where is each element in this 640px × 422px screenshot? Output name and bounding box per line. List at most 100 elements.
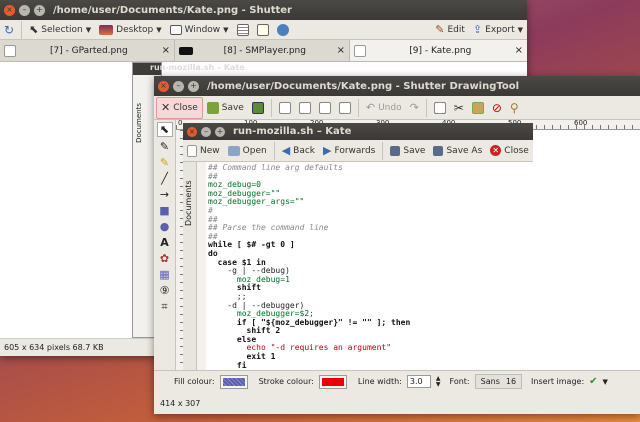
desktop-button[interactable]: Desktop ▼ [95,19,166,41]
close-icon[interactable]: × [158,80,169,92]
scissors-icon: ✂ [453,100,464,115]
export-image-button[interactable] [248,97,268,119]
close-label: Close [173,102,198,113]
open-button[interactable]: Open [224,140,271,162]
desktop-icon [99,24,114,35]
stroke-colour-label: Stroke colour: [258,377,314,386]
crop-tool-icon[interactable]: ⌗ [161,300,167,314]
fill-colour-button[interactable] [219,374,248,389]
close-icon[interactable]: × [187,126,197,137]
delete-button[interactable]: ⊘ [488,97,506,119]
zoom-fit-button[interactable] [315,97,335,119]
drawingtool-titlebar: × – + /home/user/Documents/Kate.png - Sh… [154,76,640,96]
undo-label: Undo [378,102,402,113]
selection-button[interactable]: ⬉ Selection ▼ [25,19,95,41]
stroke-colour-button[interactable] [318,374,347,389]
close-label: Close [504,145,529,156]
freehand-tool-icon[interactable]: ✎ [160,140,169,153]
thumbnail-icon [4,44,16,57]
toolbar-separator [270,98,272,117]
text-tool-icon[interactable]: A [160,236,169,249]
censor-tool-icon[interactable]: ✿ [160,252,169,265]
folder-icon [227,145,240,156]
close-document-button[interactable]: ✕ Close [486,140,533,162]
maximize-icon[interactable]: + [215,126,225,137]
chevron-down-icon: ▼ [517,25,523,34]
save-icon [206,101,219,114]
menu-capture-button[interactable] [233,19,253,41]
new-button[interactable]: New [183,140,224,162]
clear-button[interactable]: ⚲ [506,97,523,119]
code-fold-gutter [197,162,206,370]
chevron-down-icon: ▼ [156,25,162,34]
code-editor[interactable]: ## Command line arg defaults ## moz_debug=… [206,162,533,370]
tab-kate[interactable]: [9] - Kate.png × [350,40,527,61]
maximize-icon[interactable]: + [188,80,199,92]
edit-label: Edit [447,24,465,35]
cut-button[interactable]: ✂ [450,97,468,119]
code-line: # [208,205,213,215]
code-line: while [ $# -gt 0 ] [208,240,295,250]
toolbar-separator [357,98,359,117]
minimize-icon[interactable]: – [19,4,30,16]
minimize-icon[interactable]: – [173,80,184,92]
select-tool-icon[interactable]: ⬉ [156,122,173,137]
undo-button[interactable]: ↶ Undo [362,97,406,119]
canvas-size: 414 x 307 [160,399,201,408]
highlighter-tool-icon[interactable]: ✎ [160,156,169,169]
font-label: Font: [449,377,470,386]
refresh-button[interactable]: ↻ [0,19,18,41]
arrow-tool-icon[interactable]: → [160,188,169,201]
forwards-button[interactable]: ▶ Forwards [319,140,379,162]
zoom-in-button[interactable] [275,97,295,119]
edit-button[interactable]: ✎ Edit [431,19,469,41]
redo-button[interactable]: ↷ [406,97,423,119]
rectangle-tool-icon[interactable]: ■ [159,204,169,217]
line-width-input[interactable]: 3.0 [406,375,431,388]
kate-bg-documents-tab: Documents [135,103,143,143]
code-line: shift [208,283,261,293]
kate-title: run-mozilla.sh – Kate [233,126,352,137]
chevron-down-icon[interactable]: ▼ [603,378,608,386]
desktop-label: Desktop [116,24,154,35]
insert-image-button[interactable]: ✔ [589,376,597,387]
zoom-in-icon [278,101,291,114]
pixelize-tool-icon[interactable]: ▦ [159,268,169,281]
drawingtool-statusbar: 414 x 307 [154,392,640,414]
close-icon[interactable]: × [515,45,523,56]
zoom-out-icon [298,101,311,114]
save-button[interactable]: Save [386,140,429,162]
new-label: New [200,145,220,156]
close-icon[interactable]: × [337,45,345,56]
zoom-100-button[interactable] [335,97,355,119]
paste-button[interactable] [468,97,488,119]
maximize-icon[interactable]: + [34,4,45,16]
font-button[interactable]: Sans 16 [474,374,523,389]
documents-tab[interactable]: Documents [184,166,193,226]
ellipse-tool-icon[interactable]: ● [160,220,170,233]
zoom-out-button[interactable] [295,97,315,119]
export-label: Export [485,24,515,35]
close-icon[interactable]: × [4,4,15,16]
web-capture-button[interactable] [273,19,293,41]
back-button[interactable]: ◀ Back [278,140,319,162]
tab-gparted[interactable]: [7] - GParted.png × [0,40,175,61]
minimize-icon[interactable]: – [201,126,211,137]
close-button[interactable]: ✕ Close [156,96,203,119]
zoom-fit-icon [318,101,331,114]
line-tool-icon[interactable]: ╱ [161,172,168,185]
export-button[interactable]: ⇪ Export ▼ [469,19,527,41]
number-tool-icon[interactable]: ⑨ [160,284,170,297]
save-as-button[interactable]: Save As [429,140,486,162]
copy-icon [433,101,446,114]
tab-smplayer[interactable]: [8] - SMPlayer.png × [175,40,350,61]
close-icon[interactable]: × [162,45,170,56]
save-label: Save [403,145,426,156]
line-width-stepper[interactable]: ▲ ▼ [436,375,441,388]
forward-arrow-icon: ▶ [323,144,332,157]
window-button[interactable]: Window ▼ [166,19,233,41]
globe-icon [276,23,289,36]
copy-button[interactable] [430,97,450,119]
tooltip-capture-button[interactable] [253,19,273,41]
save-button[interactable]: Save [203,97,248,119]
